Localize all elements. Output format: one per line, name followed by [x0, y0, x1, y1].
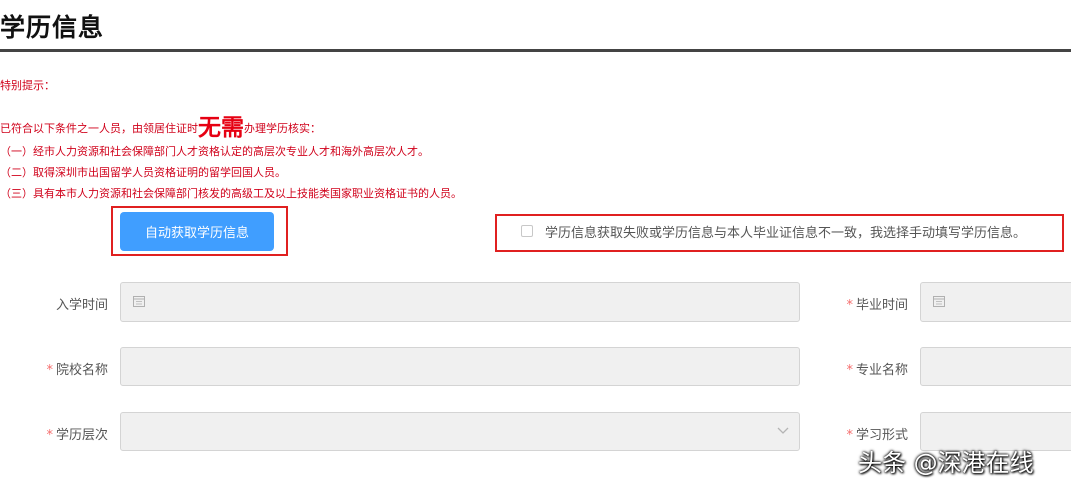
notice-item: （一）经市人力资源和社会保障部门人才资格认定的高层次专业人才和海外高层次人才。 [0, 145, 429, 158]
required-mark: * [46, 363, 53, 378]
manual-entry-label[interactable]: 学历信息获取失败或学历信息与本人毕业证信息不一致，我选择手动填写学历信息。 [545, 222, 1026, 241]
graduate-time-label: * 毕业时间 [820, 294, 908, 313]
required-mark: * [846, 428, 853, 443]
calendar-icon [133, 296, 145, 307]
school-name-field[interactable] [120, 347, 800, 386]
watermark: 头条 @深港在线 [858, 449, 1034, 477]
chevron-down-icon [777, 427, 789, 434]
enroll-time-label: 入学时间 [40, 294, 108, 313]
notice-intro: 已符合以下条件之一人员，由领居住证时无需办理学历核实： [0, 108, 321, 142]
study-form-label: * 学习形式 [820, 424, 908, 443]
required-mark: * [846, 363, 853, 378]
major-name-label: * 专业名称 [820, 359, 908, 378]
school-name-label-text: 院校名称 [55, 363, 108, 378]
title-divider [0, 49, 1071, 52]
page-title: 学历信息 [0, 13, 105, 42]
enroll-time-field[interactable] [120, 282, 800, 322]
major-name-field[interactable] [920, 347, 1071, 386]
calendar-icon [933, 296, 945, 307]
study-form-label-text: 学习形式 [855, 428, 908, 443]
edu-level-select[interactable] [120, 412, 800, 451]
notice-item: （三）具有本市人力资源和社会保障部门核发的高级工及以上技能类国家职业资格证书的人… [0, 187, 462, 200]
notice-intro-emphasis: 无需 [198, 115, 244, 141]
required-mark: * [846, 298, 853, 313]
major-name-label-text: 专业名称 [855, 363, 908, 378]
required-mark: * [46, 428, 53, 443]
notice-intro-before: 已符合以下条件之一人员，由领居住证时 [0, 122, 198, 135]
enroll-time-label-text: 入学时间 [55, 298, 108, 313]
auto-fetch-education-button[interactable]: 自动获取学历信息 [120, 212, 274, 251]
graduate-time-label-text: 毕业时间 [855, 298, 908, 313]
manual-entry-checkbox[interactable] [521, 225, 533, 237]
notice-heading: 特别提示： [0, 79, 55, 92]
graduate-time-field[interactable] [920, 282, 1071, 322]
edu-level-label-text: 学历层次 [55, 428, 108, 443]
school-name-label: * 院校名称 [20, 359, 108, 378]
edu-level-label: * 学历层次 [20, 424, 108, 443]
notice-item: （二）取得深圳市出国留学人员资格证明的留学回国人员。 [0, 166, 286, 179]
notice-intro-after: 办理学历核实： [244, 122, 321, 135]
